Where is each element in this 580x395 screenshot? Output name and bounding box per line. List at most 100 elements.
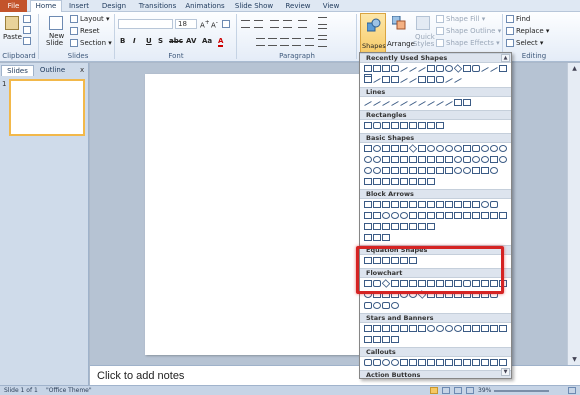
change-case-button[interactable]: Aa: [202, 37, 212, 45]
shape-option-icon[interactable]: [390, 167, 399, 174]
shape-option-icon[interactable]: [480, 156, 489, 163]
shape-effects-button[interactable]: Shape Effects ▾: [436, 39, 500, 47]
shape-option-icon[interactable]: [444, 101, 453, 106]
shape-option-icon[interactable]: [489, 67, 498, 72]
shape-option-icon[interactable]: [363, 302, 372, 309]
shape-option-icon[interactable]: [363, 359, 372, 366]
shape-option-icon[interactable]: [390, 223, 399, 230]
shape-option-icon[interactable]: [399, 67, 408, 72]
shape-option-icon[interactable]: [372, 212, 381, 219]
shape-option-icon[interactable]: [408, 325, 417, 332]
shape-option-icon[interactable]: [399, 156, 408, 163]
shape-option-icon[interactable]: [435, 65, 444, 72]
shape-option-icon[interactable]: [462, 201, 471, 208]
shape-option-icon[interactable]: [489, 201, 498, 208]
shape-option-icon[interactable]: [453, 64, 462, 73]
scroll-up-icon[interactable]: ▲: [501, 54, 510, 62]
shape-option-icon[interactable]: [444, 145, 453, 152]
slide-sorter-icon[interactable]: [442, 387, 450, 394]
shape-option-icon[interactable]: [471, 201, 480, 208]
character-spacing-button[interactable]: AV: [186, 37, 196, 45]
underline-button[interactable]: U: [146, 37, 152, 45]
shape-option-icon[interactable]: [444, 359, 453, 366]
shape-option-icon[interactable]: [498, 212, 507, 219]
shape-option-icon[interactable]: [435, 212, 444, 219]
shape-option-icon[interactable]: [381, 212, 390, 219]
zoom-slider[interactable]: [494, 390, 549, 392]
shape-option-icon[interactable]: [444, 78, 453, 83]
cut-button[interactable]: [23, 15, 33, 23]
close-icon[interactable]: x: [80, 66, 84, 74]
stars-banners-row-2[interactable]: [363, 335, 399, 346]
tab-view[interactable]: View: [317, 1, 345, 12]
slideshow-icon[interactable]: [466, 387, 474, 394]
shape-option-icon[interactable]: [480, 325, 489, 332]
tab-review[interactable]: Review: [282, 1, 314, 12]
shape-option-icon[interactable]: [408, 144, 417, 153]
paste-button[interactable]: Paste: [2, 16, 22, 46]
shape-option-icon[interactable]: [426, 178, 435, 185]
shrink-font-button[interactable]: A-: [211, 20, 218, 29]
shape-option-icon[interactable]: [390, 178, 399, 185]
shape-option-icon[interactable]: [408, 178, 417, 185]
tab-animations[interactable]: Animations: [182, 1, 228, 12]
shape-option-icon[interactable]: [399, 101, 408, 106]
shape-option-icon[interactable]: [381, 359, 390, 366]
flowchart-shapes-row-3[interactable]: [363, 301, 399, 312]
tab-slide-show[interactable]: Slide Show: [231, 1, 277, 12]
shape-option-icon[interactable]: [462, 359, 471, 366]
shape-option-icon[interactable]: [399, 145, 408, 152]
shape-option-icon[interactable]: [480, 145, 489, 152]
shadow-button[interactable]: S: [158, 37, 163, 45]
shape-option-icon[interactable]: [417, 76, 426, 83]
shape-option-icon[interactable]: [381, 234, 390, 241]
shape-option-icon[interactable]: [489, 212, 498, 219]
tab-slides[interactable]: Slides: [1, 65, 34, 76]
shape-option-icon[interactable]: [480, 167, 489, 174]
shape-option-icon[interactable]: [390, 101, 399, 106]
align-center-icon[interactable]: [268, 38, 277, 46]
shape-option-icon[interactable]: [480, 67, 489, 72]
scroll-up-icon[interactable]: ▲: [568, 63, 580, 74]
shape-option-icon[interactable]: [453, 99, 462, 106]
grow-font-button[interactable]: A+: [200, 20, 210, 29]
reading-view-icon[interactable]: [454, 387, 462, 394]
shape-option-icon[interactable]: [471, 212, 480, 219]
shape-option-icon[interactable]: [426, 145, 435, 152]
shape-option-icon[interactable]: [363, 65, 372, 72]
shape-option-icon[interactable]: [471, 65, 480, 72]
shape-option-icon[interactable]: [363, 336, 372, 343]
shape-option-icon[interactable]: [399, 325, 408, 332]
shape-option-icon[interactable]: [417, 156, 426, 163]
shape-option-icon[interactable]: [426, 359, 435, 366]
shape-option-icon[interactable]: [444, 212, 453, 219]
shape-option-icon[interactable]: [363, 325, 372, 332]
shape-option-icon[interactable]: [444, 156, 453, 163]
stars-banners-row-1[interactable]: [363, 324, 507, 335]
shape-fill-button[interactable]: Shape Fill ▾: [436, 15, 485, 23]
recently-used-shapes-row-2[interactable]: [363, 75, 462, 86]
block-arrows-row-3[interactable]: [363, 222, 435, 233]
shape-option-icon[interactable]: [453, 201, 462, 208]
shape-option-icon[interactable]: [390, 65, 399, 72]
shape-option-icon[interactable]: [498, 359, 507, 366]
shape-option-icon[interactable]: [381, 201, 390, 208]
numbering-icon[interactable]: [254, 20, 263, 28]
shape-option-icon[interactable]: [363, 101, 372, 106]
basic-shapes-row-2[interactable]: [363, 155, 507, 166]
shape-option-icon[interactable]: [480, 212, 489, 219]
shape-option-icon[interactable]: [390, 359, 399, 366]
shape-option-icon[interactable]: [426, 201, 435, 208]
shape-option-icon[interactable]: [426, 223, 435, 230]
tab-transitions[interactable]: Transitions: [135, 1, 180, 12]
fit-slide-icon[interactable]: [568, 387, 576, 394]
shape-option-icon[interactable]: [390, 302, 399, 309]
tab-insert[interactable]: Insert: [65, 1, 93, 12]
align-text-icon[interactable]: [318, 28, 327, 36]
shape-option-icon[interactable]: [372, 122, 381, 129]
shape-option-icon[interactable]: [417, 201, 426, 208]
shape-option-icon[interactable]: [426, 325, 435, 332]
block-arrows-row-4[interactable]: [363, 233, 390, 244]
shape-option-icon[interactable]: [372, 101, 381, 106]
shape-option-icon[interactable]: [408, 212, 417, 219]
